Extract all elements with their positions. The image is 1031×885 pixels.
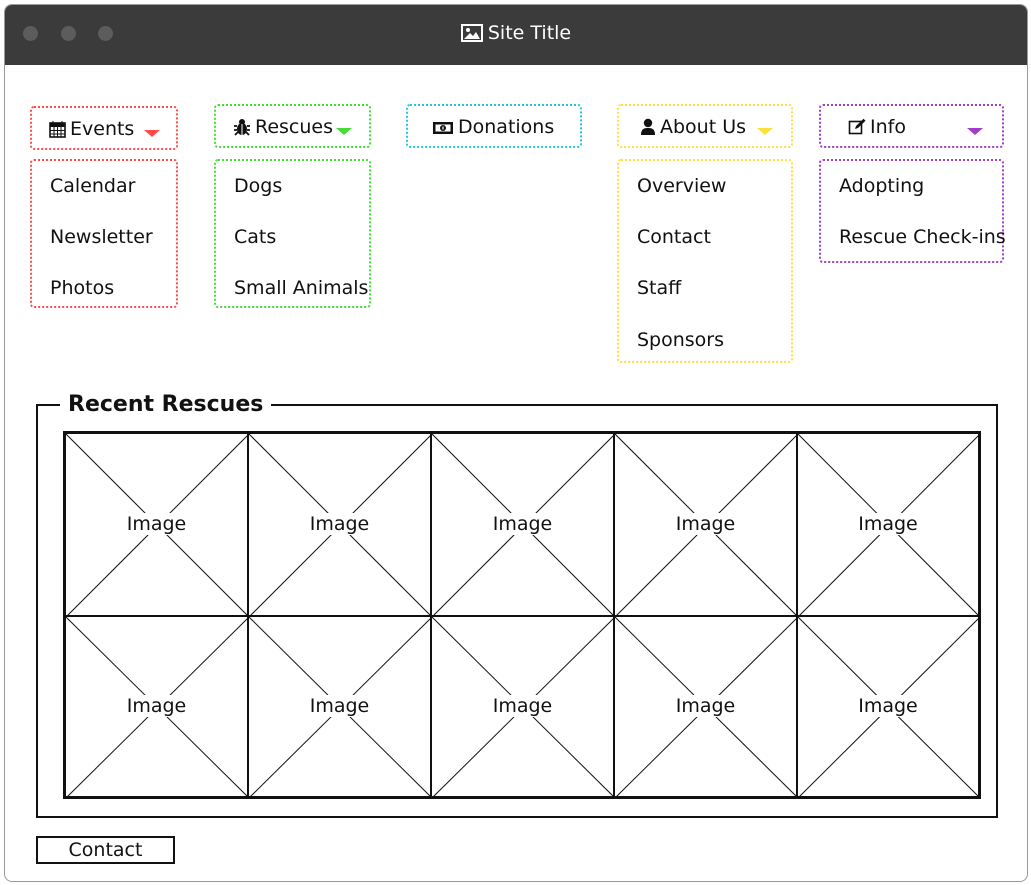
image-placeholder[interactable]: Image [431, 433, 615, 617]
image-placeholder[interactable]: Image [797, 433, 980, 617]
bug-icon [233, 116, 255, 138]
image-caption: Image [857, 694, 919, 717]
about-item-sponsors[interactable]: Sponsors [637, 329, 724, 351]
money-icon [432, 116, 458, 138]
image-caption: Image [674, 694, 737, 717]
events-item-calendar[interactable]: Calendar [50, 175, 135, 197]
events-item-photos[interactable]: Photos [50, 277, 114, 299]
image-placeholder[interactable]: Image [614, 616, 798, 798]
title-bar: Site Title [5, 5, 1027, 65]
info-item-adopting[interactable]: Adopting [839, 175, 924, 197]
nav-about-us[interactable]: About Us [617, 104, 793, 148]
rescues-item-small-animals[interactable]: Small Animals [234, 277, 368, 299]
nav-events[interactable]: Events [30, 106, 178, 150]
about-item-staff[interactable]: Staff [637, 277, 681, 299]
image-grid: Image Image Image Image Image Image Imag… [63, 431, 981, 799]
image-caption: Image [125, 694, 188, 717]
image-caption: Image [308, 694, 371, 717]
rescues-dropdown: Dogs Cats Small Animals [214, 159, 371, 308]
nav-about-us-label: About Us [660, 116, 747, 138]
image-caption: Image [491, 694, 554, 717]
nav-donations-label: Donations [458, 116, 555, 138]
chevron-down-icon [757, 128, 773, 135]
user-icon [640, 116, 660, 138]
image-placeholder[interactable]: Image [431, 616, 615, 798]
nav-rescues[interactable]: Rescues [214, 104, 371, 148]
calendar-icon [49, 118, 70, 140]
about-us-dropdown: Overview Contact Staff Sponsors [617, 159, 793, 363]
image-icon [460, 22, 488, 44]
image-caption: Image [857, 512, 919, 535]
edit-icon [848, 116, 870, 138]
image-placeholder[interactable]: Image [65, 616, 249, 798]
window-title: Site Title [5, 22, 1027, 44]
image-placeholder[interactable]: Image [614, 433, 798, 617]
rescues-item-cats[interactable]: Cats [234, 226, 276, 248]
about-item-overview[interactable]: Overview [637, 175, 726, 197]
nav-info-label: Info [870, 116, 906, 138]
image-caption: Image [125, 512, 188, 535]
chevron-down-icon [144, 130, 160, 137]
contact-button[interactable]: Contact [36, 836, 175, 864]
window-title-text: Site Title [487, 22, 572, 44]
rescues-item-dogs[interactable]: Dogs [234, 175, 282, 197]
nav-events-label: Events [70, 118, 135, 140]
info-dropdown: Adopting Rescue Check-ins [819, 159, 1006, 263]
nav-info[interactable]: Info [819, 104, 1004, 148]
image-caption: Image [308, 512, 371, 535]
image-caption: Image [491, 512, 554, 535]
about-item-contact[interactable]: Contact [637, 226, 711, 248]
image-placeholder[interactable]: Image [248, 433, 432, 617]
events-item-newsletter[interactable]: Newsletter [50, 226, 153, 248]
image-placeholder[interactable]: Image [248, 616, 432, 798]
image-placeholder[interactable]: Image [65, 433, 249, 617]
chevron-down-icon [967, 128, 983, 135]
image-caption: Image [674, 512, 737, 535]
chevron-down-icon [336, 128, 352, 135]
nav-rescues-label: Rescues [255, 116, 334, 138]
info-item-rescue-check-ins[interactable]: Rescue Check-ins [839, 226, 1006, 248]
nav-donations[interactable]: Donations [406, 104, 582, 148]
image-placeholder[interactable]: Image [797, 616, 980, 798]
events-dropdown: Calendar Newsletter Photos [30, 159, 178, 308]
recent-rescues-title: Recent Rescues [60, 392, 272, 417]
